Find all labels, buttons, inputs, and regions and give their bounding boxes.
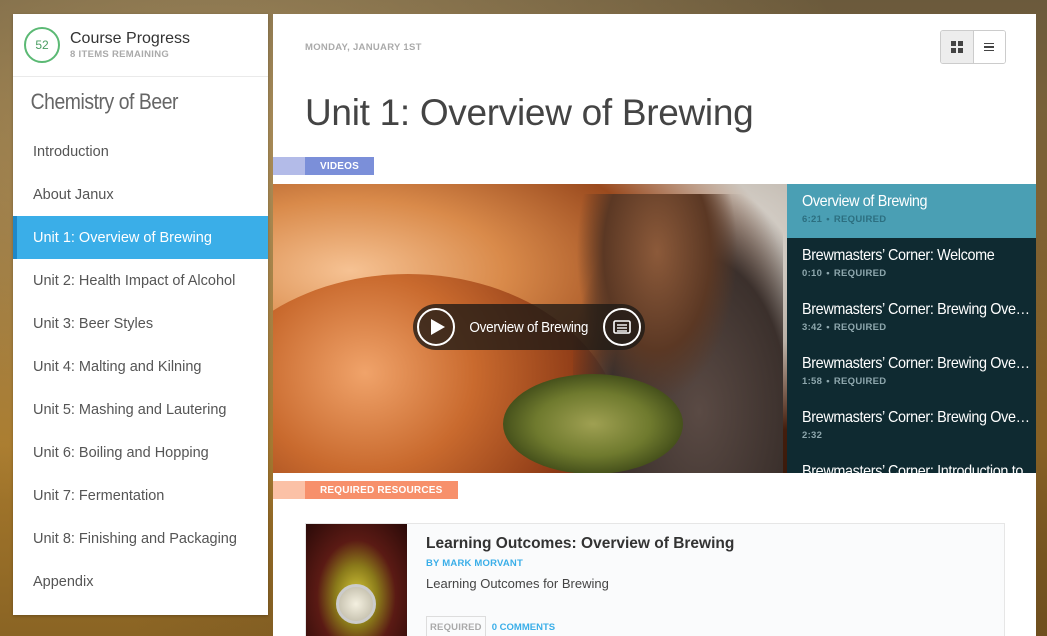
resources-section-tag: REQUIRED RESOURCES (273, 481, 458, 499)
closed-captions-button[interactable] (603, 308, 641, 346)
grid-view-button[interactable] (941, 31, 974, 63)
playlist-item-meta: 0:10 • REQUIRED (802, 268, 887, 279)
resource-author[interactable]: BY MARK MORVANT (426, 558, 734, 569)
resources-tag-label: REQUIRED RESOURCES (305, 481, 458, 499)
playlist-item[interactable]: Brewmasters’ Corner: Brewing Overview 1:… (787, 346, 1036, 400)
sidebar-item-unit-8[interactable]: Unit 8: Finishing and Packaging (13, 517, 268, 560)
unit-content: MONDAY, JANUARY 1ST Unit 1: Overview of … (273, 14, 1036, 636)
playlist-item[interactable]: Brewmasters’ Corner: Introduction to (787, 454, 1036, 473)
page-title: Unit 1: Overview of Brewing (305, 92, 754, 133)
video-player[interactable]: Overview of Brewing (273, 184, 787, 473)
sidebar-item-unit-7[interactable]: Unit 7: Fermentation (13, 474, 268, 517)
list-view-button[interactable] (973, 31, 1005, 63)
playlist-item-title: Brewmasters’ Corner: Welcome (802, 247, 995, 264)
gauge-image (336, 584, 376, 624)
required-badge: REQUIRED (426, 616, 486, 636)
progress-text: Course Progress 8 ITEMS REMAINING (70, 30, 190, 60)
sidebar-item-about-janux[interactable]: About Janux (13, 173, 268, 216)
playlist-item[interactable]: Brewmasters’ Corner: Brewing Overview 2:… (787, 400, 1036, 454)
view-toggle (940, 30, 1006, 64)
sidebar-item-unit-4[interactable]: Unit 4: Malting and Kilning (13, 345, 268, 388)
playlist-item-title: Overview of Brewing (802, 193, 928, 210)
video-control-pill: Overview of Brewing (413, 304, 645, 350)
resource-footer: REQUIRED 0 COMMENTS (426, 616, 555, 636)
video-playlist: Overview of Brewing 6:21 • REQUIRED Brewma… (787, 184, 1036, 473)
video-thumbnail-hops (503, 374, 683, 473)
grid-view-icon (950, 41, 963, 53)
playlist-item-title: Brewmasters’ Corner: Introduction to (802, 463, 1024, 473)
progress-title: Course Progress (70, 30, 191, 47)
list-view-icon (984, 42, 995, 52)
resource-title[interactable]: Learning Outcomes: Overview of Brewing (426, 535, 734, 553)
playlist-item-title: Brewmasters’ Corner: Brewing Overview (802, 409, 1032, 426)
videos-section-tag: VIDEOS (273, 157, 374, 175)
playlist-item[interactable]: Overview of Brewing 6:21 • REQUIRED (787, 184, 1036, 238)
videos-tag-label: VIDEOS (305, 157, 374, 175)
closed-captions-icon (613, 320, 631, 334)
sidebar-item-unit-6[interactable]: Unit 6: Boiling and Hopping (13, 431, 268, 474)
sidebar-item-unit-2[interactable]: Unit 2: Health Impact of Alcohol (13, 259, 268, 302)
progress-remaining: 8 ITEMS REMAINING (70, 49, 170, 60)
unit-nav: Introduction About Janux Unit 1: Overvie… (13, 130, 268, 603)
playlist-item-title: Brewmasters’ Corner: Brewing Overview (802, 301, 1032, 318)
resource-card[interactable]: Learning Outcomes: Overview of Brewing B… (305, 523, 1005, 636)
play-icon (430, 319, 445, 335)
playlist-item-meta: 1:58 • REQUIRED (802, 376, 887, 387)
resource-thumbnail (306, 524, 407, 636)
comments-link[interactable]: 0 COMMENTS (492, 622, 555, 633)
course-sidebar: 52 Course Progress 8 ITEMS REMAINING Che… (13, 14, 268, 615)
playlist-item[interactable]: Brewmasters’ Corner: Welcome 0:10 • REQUIR… (787, 238, 1036, 292)
sidebar-item-unit-3[interactable]: Unit 3: Beer Styles (13, 302, 268, 345)
sidebar-item-appendix[interactable]: Appendix (13, 560, 268, 603)
course-title[interactable]: Chemistry of Beer (13, 77, 237, 130)
playlist-item-title: Brewmasters’ Corner: Brewing Overview (802, 355, 1032, 372)
course-progress[interactable]: 52 Course Progress 8 ITEMS REMAINING (13, 14, 268, 77)
playlist-item-meta: 6:21 • REQUIRED (802, 214, 887, 225)
video-title: Overview of Brewing (469, 318, 589, 336)
unit-date: MONDAY, JANUARY 1ST (305, 42, 422, 53)
sidebar-item-unit-5[interactable]: Unit 5: Mashing and Lautering (13, 388, 268, 431)
play-button[interactable] (417, 308, 455, 346)
sidebar-item-introduction[interactable]: Introduction (13, 130, 268, 173)
sidebar-item-unit-1[interactable]: Unit 1: Overview of Brewing (13, 216, 268, 259)
playlist-item-meta: 3:42 • REQUIRED (802, 322, 887, 333)
resource-description: Learning Outcomes for Brewing (426, 576, 609, 591)
progress-ring: 52 (24, 27, 60, 63)
playlist-item-meta: 2:32 (802, 430, 823, 441)
playlist-item[interactable]: Brewmasters’ Corner: Brewing Overview 3:… (787, 292, 1036, 346)
